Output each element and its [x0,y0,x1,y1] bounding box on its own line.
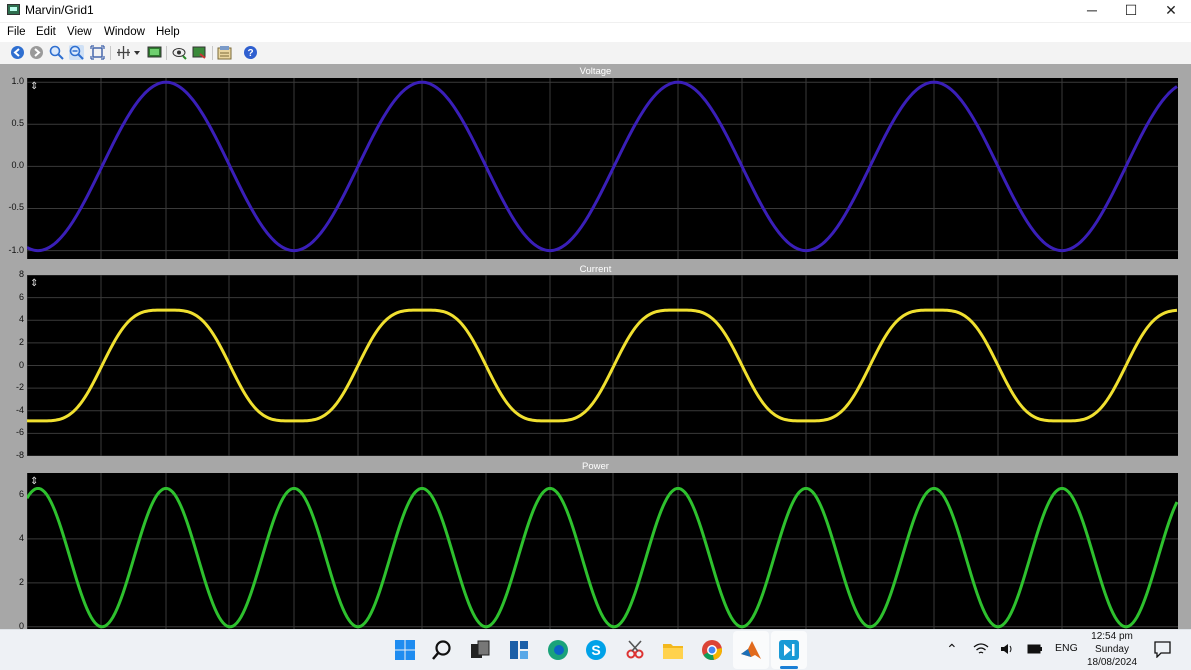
widgets-icon[interactable] [507,638,531,662]
chevron-up-icon[interactable]: ⌃ [946,641,958,658]
power-y-tick-label: 2 [18,576,24,587]
voltage-y-tick-label: -0.5 [8,202,24,213]
plot-grid: Voltage ⇕ 1.0 0.5 0.0 -0.5 -1.0 Current ⇕ 8 6… [0,64,1191,631]
toolbar-separator [166,46,167,60]
language-indicator[interactable]: ENG [1055,642,1078,654]
zoom-out-icon[interactable] [69,45,84,60]
current-plot[interactable]: ⇕ [27,275,1178,456]
task-view-icon[interactable] [468,638,492,662]
close-button[interactable]: ✕ [1151,0,1191,22]
app-icon [7,4,20,15]
power-plot[interactable]: ⇕ [27,473,1178,629]
window-title: Marvin/Grid1 [25,3,94,17]
minimize-button[interactable]: ─ [1072,0,1112,22]
fit-icon[interactable] [90,45,105,60]
maximize-button[interactable]: ☐ [1111,0,1151,22]
wifi-icon[interactable] [973,642,989,656]
menu-file[interactable]: File [7,26,26,38]
voltage-y-tick-label: -1.0 [8,244,24,255]
title-bar: Marvin/Grid1 ─ ☐ ✕ [0,0,1191,22]
taskbar: S ⌃ ENG 12:54 pm Sunday 18/08/2024 [0,629,1191,670]
export-icon[interactable] [192,45,207,60]
display-icon[interactable] [147,45,162,60]
power-series-line [27,487,1178,629]
voltage-y-tick-label: 0.0 [11,160,24,171]
menu-bar: File Edit View Window Help [0,23,1191,42]
current-y-tick-label: -8 [15,450,24,460]
current-y-tick-label: 6 [18,291,24,302]
svg-text:?: ? [247,48,253,59]
clock-day: Sunday [1095,644,1129,655]
snipping-icon[interactable] [623,638,647,662]
menu-help[interactable]: Help [156,26,180,38]
volume-icon[interactable] [999,642,1015,656]
power-y-tick-label: 6 [18,488,24,499]
axis-handle-icon[interactable]: ⇕ [30,476,38,487]
voltage-plot[interactable]: ⇕ [27,78,1178,259]
eye-icon[interactable] [172,45,187,60]
current-y-tick-label: -4 [15,404,24,415]
voltage-chart-svg [27,78,1178,259]
axis-handle-icon[interactable]: ⇕ [30,278,38,289]
menu-window[interactable]: Window [104,26,145,38]
help-icon[interactable]: ? [243,45,258,60]
toolbar-separator [110,46,111,60]
windows-start-icon[interactable] [393,638,417,662]
back-icon[interactable] [10,45,25,60]
chrome-icon[interactable] [700,638,724,662]
clock-time: 12:54 pm [1091,631,1133,642]
menu-edit[interactable]: Edit [36,26,56,38]
file-explorer-icon[interactable] [661,638,685,662]
current-y-tick-label: 4 [18,314,24,325]
search-icon[interactable] [430,638,454,662]
axis-handle-icon[interactable]: ⇕ [30,81,38,92]
skype-icon[interactable]: S [584,638,608,662]
current-y-tick-label: 0 [18,359,24,370]
current-title: Current [579,264,612,275]
toolbar-separator [212,46,213,60]
forward-icon[interactable] [29,45,44,60]
zoom-icon[interactable] [49,45,64,60]
marvin-icon[interactable] [777,638,801,662]
power-y-tick-label: 4 [18,532,24,543]
clock-date: 18/08/2024 [1086,657,1138,668]
menu-view[interactable]: View [67,26,92,38]
svg-text:S: S [591,642,600,658]
notification-icon[interactable] [1154,641,1171,658]
power-chart-svg [27,473,1178,629]
current-y-tick-label: 8 [18,269,24,279]
voltage-y-tick-label: 1.0 [11,76,24,87]
voltage-y-tick-label: 0.5 [11,118,24,129]
crosshair-icon[interactable] [116,45,131,60]
properties-icon[interactable] [217,45,232,60]
clock[interactable]: 12:54 pm Sunday 18/08/2024 [1082,630,1142,669]
toolbar: ? [0,42,1191,65]
edge-icon[interactable] [546,638,570,662]
current-y-tick-label: -6 [15,427,24,438]
current-y-tick-label: -2 [15,382,24,393]
battery-icon[interactable] [1027,643,1043,655]
current-y-tick-label: 2 [18,336,24,347]
matlab-icon[interactable] [739,638,763,662]
current-chart-svg [27,275,1178,456]
dropdown-icon[interactable] [132,45,142,60]
voltage-title: Voltage [579,66,612,77]
power-title: Power [582,461,609,472]
